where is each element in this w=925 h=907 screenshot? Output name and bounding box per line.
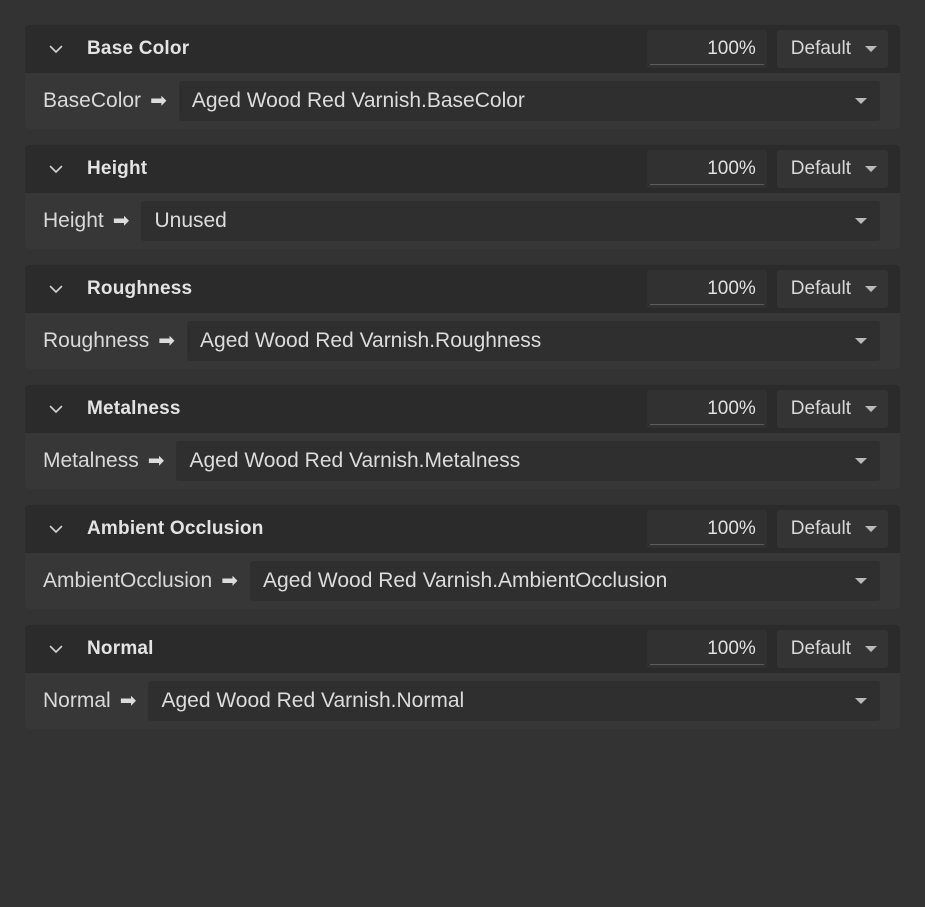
chevron-down-icon[interactable]	[45, 398, 67, 420]
caret-down-icon[interactable]	[865, 166, 877, 172]
chevron-down-icon[interactable]	[45, 38, 67, 60]
caret-down-icon[interactable]	[855, 578, 867, 584]
map-source-value: Aged Wood Red Varnish.Metalness	[189, 449, 521, 472]
opacity-value: 100%	[707, 278, 756, 299]
blend-mode-value: Default	[790, 38, 851, 59]
channel-title: Base Color	[87, 38, 190, 59]
channel-title: Normal	[87, 638, 154, 659]
caret-down-icon[interactable]	[855, 458, 867, 464]
right-arrow-icon: ➡	[119, 690, 137, 712]
opacity-value: 100%	[707, 158, 756, 179]
caret-down-icon[interactable]	[855, 338, 867, 344]
opacity-value: 100%	[707, 38, 756, 59]
map-source-value: Unused	[154, 209, 227, 232]
channel-title: Ambient Occlusion	[87, 518, 264, 539]
blend-mode-value: Default	[790, 398, 851, 419]
channel-title: Metalness	[87, 398, 181, 419]
channel-section-body: Normal ➡ Aged Wood Red Varnish.Normal	[25, 673, 900, 729]
opacity-input[interactable]: 100%	[646, 150, 767, 188]
blend-mode-select[interactable]: Default	[776, 30, 888, 68]
blend-mode-select[interactable]: Default	[776, 150, 888, 188]
map-slot-label: Roughness ➡	[43, 329, 175, 353]
opacity-input[interactable]: 100%	[646, 390, 767, 428]
blend-mode-value: Default	[790, 518, 851, 539]
opacity-value: 100%	[707, 638, 756, 659]
right-arrow-icon: ➡	[147, 450, 165, 472]
right-arrow-icon: ➡	[158, 330, 176, 352]
channel-section-ambient-occlusion: Ambient Occlusion 100% Default AmbientOc…	[25, 505, 900, 609]
right-arrow-icon: ➡	[112, 210, 130, 232]
map-source-select[interactable]: Aged Wood Red Varnish.AmbientOcclusion	[250, 561, 880, 601]
channel-section-header[interactable]: Ambient Occlusion 100% Default	[25, 505, 900, 553]
right-arrow-icon: ➡	[221, 570, 239, 592]
chevron-down-icon[interactable]	[45, 638, 67, 660]
map-source-value: Aged Wood Red Varnish.AmbientOcclusion	[263, 569, 668, 592]
channel-section-height: Height 100% Default Height ➡ Unused	[25, 145, 900, 249]
map-source-select[interactable]: Aged Wood Red Varnish.Roughness	[187, 321, 880, 361]
opacity-value: 100%	[707, 518, 756, 539]
channel-section-body: AmbientOcclusion ➡ Aged Wood Red Varnish…	[25, 553, 900, 609]
map-slot-name: Metalness	[43, 449, 139, 472]
channel-section-normal: Normal 100% Default Normal ➡ Aged Wood R…	[25, 625, 900, 729]
map-source-select[interactable]: Aged Wood Red Varnish.Metalness	[176, 441, 880, 481]
map-source-select[interactable]: Aged Wood Red Varnish.Normal	[148, 681, 880, 721]
channel-section-header[interactable]: Base Color 100% Default	[25, 25, 900, 73]
caret-down-icon[interactable]	[865, 526, 877, 532]
blend-mode-value: Default	[790, 638, 851, 659]
map-slot-name: Normal	[43, 689, 111, 712]
chevron-down-icon[interactable]	[45, 278, 67, 300]
map-source-value: Aged Wood Red Varnish.Roughness	[200, 329, 542, 352]
channel-section-header[interactable]: Normal 100% Default	[25, 625, 900, 673]
map-slot-label: AmbientOcclusion ➡	[43, 569, 238, 593]
map-source-select[interactable]: Unused	[141, 201, 880, 241]
channel-section-body: Height ➡ Unused	[25, 193, 900, 249]
map-slot-label: BaseColor ➡	[43, 89, 167, 113]
map-slot-label: Height ➡	[43, 209, 129, 233]
caret-down-icon[interactable]	[865, 46, 877, 52]
channel-title: Height	[87, 158, 148, 179]
blend-mode-select[interactable]: Default	[776, 270, 888, 308]
blend-mode-select[interactable]: Default	[776, 510, 888, 548]
opacity-input[interactable]: 100%	[646, 630, 767, 668]
map-slot-name: AmbientOcclusion	[43, 569, 213, 592]
channel-section-header[interactable]: Height 100% Default	[25, 145, 900, 193]
blend-mode-value: Default	[790, 158, 851, 179]
map-slot-name: Roughness	[43, 329, 150, 352]
channel-section-header[interactable]: Roughness 100% Default	[25, 265, 900, 313]
caret-down-icon[interactable]	[865, 646, 877, 652]
blend-mode-value: Default	[790, 278, 851, 299]
map-slot-name: BaseColor	[43, 89, 142, 112]
right-arrow-icon: ➡	[150, 90, 167, 112]
opacity-value: 100%	[707, 398, 756, 419]
caret-down-icon[interactable]	[865, 286, 877, 292]
channel-title: Roughness	[87, 278, 193, 299]
channel-section-base-color: Base Color 100% Default BaseColor ➡ Aged…	[25, 25, 900, 129]
blend-mode-select[interactable]: Default	[776, 390, 888, 428]
channel-section-body: BaseColor ➡ Aged Wood Red Varnish.BaseCo…	[25, 73, 900, 129]
opacity-input[interactable]: 100%	[646, 30, 767, 68]
map-source-select[interactable]: Aged Wood Red Varnish.BaseColor	[178, 81, 880, 121]
caret-down-icon[interactable]	[855, 218, 867, 224]
channel-section-roughness: Roughness 100% Default Roughness ➡ Aged …	[25, 265, 900, 369]
channel-section-body: Roughness ➡ Aged Wood Red Varnish.Roughn…	[25, 313, 900, 369]
channel-section-body: Metalness ➡ Aged Wood Red Varnish.Metaln…	[25, 433, 900, 489]
map-slot-name: Height	[43, 209, 104, 232]
opacity-input[interactable]: 100%	[646, 510, 767, 548]
caret-down-icon[interactable]	[855, 698, 867, 704]
map-source-value: Aged Wood Red Varnish.BaseColor	[191, 89, 525, 112]
map-slot-label: Normal ➡	[43, 689, 136, 713]
channel-section-metalness: Metalness 100% Default Metalness ➡ Aged …	[25, 385, 900, 489]
chevron-down-icon[interactable]	[45, 158, 67, 180]
caret-down-icon[interactable]	[855, 98, 867, 104]
map-slot-label: Metalness ➡	[43, 449, 164, 473]
opacity-input[interactable]: 100%	[646, 270, 767, 308]
channel-section-header[interactable]: Metalness 100% Default	[25, 385, 900, 433]
map-source-value: Aged Wood Red Varnish.Normal	[161, 689, 465, 712]
blend-mode-select[interactable]: Default	[776, 630, 888, 668]
chevron-down-icon[interactable]	[45, 518, 67, 540]
caret-down-icon[interactable]	[865, 406, 877, 412]
material-channel-panel: Base Color 100% Default BaseColor ➡ Aged…	[0, 0, 925, 907]
